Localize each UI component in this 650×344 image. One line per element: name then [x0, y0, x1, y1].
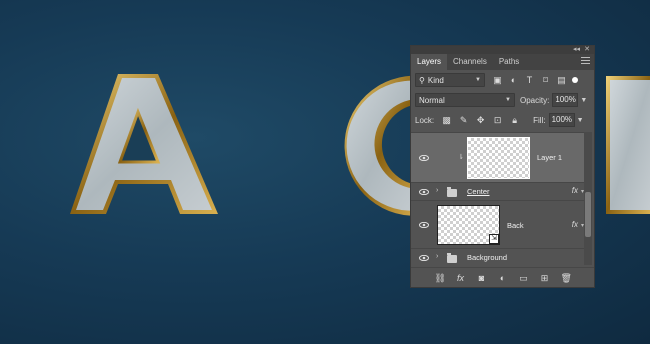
layers-panel: ◂◂ ✕ Layers Channels Paths ⚲ Kind ▼ ▣ ◐ …	[410, 45, 595, 288]
lock-all-icon[interactable]: 🔒︎	[510, 115, 519, 125]
folder-icon	[447, 187, 457, 197]
new-layer-icon[interactable]: ⊞	[540, 273, 550, 283]
visibility-eye-icon[interactable]	[419, 189, 429, 195]
letter-u	[606, 76, 650, 214]
lock-transparent-pixels-icon[interactable]: ▩	[442, 115, 451, 125]
prevent-autonest-icon[interactable]: ⊡	[493, 115, 502, 125]
blend-row: Normal ▼ Opacity: 100% ▼	[411, 90, 594, 110]
clipping-link-icon: ⇂	[458, 154, 464, 161]
tab-layers[interactable]: Layers	[411, 54, 448, 70]
visibility-eye-icon[interactable]	[419, 155, 429, 161]
visibility-eye-icon[interactable]	[419, 222, 429, 228]
visibility-eye-icon[interactable]	[419, 255, 429, 261]
new-group-icon[interactable]: ▭	[519, 273, 529, 283]
layer-style-icon[interactable]: fx	[456, 273, 466, 283]
opacity-dropdown-icon[interactable]: ▼	[580, 97, 587, 104]
filter-kind-label: Kind	[427, 75, 444, 85]
lock-row: Lock: ▩ ✎ ✥ ⊡ 🔒︎ Fill: 100% ▼	[411, 110, 594, 130]
close-panel-icon[interactable]: ✕	[584, 45, 590, 53]
panel-bottom-toolbar: ⛓ fx ◙ ◐ ▭ ⊞ 🗑︎	[411, 267, 594, 287]
layer-name[interactable]: Center	[467, 187, 490, 196]
filter-row: ⚲ Kind ▼ ▣ ◐ T ⌑ ▤	[411, 70, 594, 90]
lock-label: Lock:	[415, 115, 435, 125]
layer-name[interactable]: Background	[467, 253, 507, 262]
layer-mask-icon[interactable]: ◙	[477, 273, 487, 283]
scrollbar-thumb[interactable]	[585, 192, 591, 237]
search-icon: ⚲	[419, 75, 425, 85]
lock-position-icon[interactable]: ✥	[476, 115, 485, 125]
layer-row-background[interactable]: › Background	[411, 248, 586, 265]
layer-effects-icon[interactable]: fx	[572, 220, 578, 229]
smart-object-filter-icon[interactable]: ▤	[557, 75, 566, 85]
shape-filter-icon[interactable]: ⌑	[541, 75, 550, 85]
chevron-down-icon: ▼	[505, 97, 511, 103]
fill-label: Fill:	[533, 115, 546, 125]
collapse-panel-icon[interactable]: ◂◂	[573, 45, 580, 53]
image-filter-icon[interactable]: ▣	[493, 75, 502, 85]
blend-mode-select[interactable]: Normal ▼	[415, 93, 515, 107]
lock-image-pixels-icon[interactable]: ✎	[459, 115, 468, 125]
link-layers-icon[interactable]: ⛓	[435, 273, 446, 283]
opacity-field[interactable]: 100%	[552, 93, 579, 107]
panel-menu-icon[interactable]	[581, 57, 590, 65]
fill-dropdown-icon[interactable]: ▼	[577, 117, 584, 124]
layer-effects-icon[interactable]: fx	[572, 186, 578, 195]
chevron-down-icon: ▼	[475, 77, 481, 83]
type-filter-icon[interactable]: T	[525, 75, 534, 85]
panel-header-bar: ◂◂ ✕	[411, 46, 594, 54]
tab-paths[interactable]: Paths	[493, 54, 525, 70]
chevron-right-icon[interactable]: ›	[436, 253, 438, 260]
adjustment-filter-icon[interactable]: ◐	[509, 75, 518, 85]
layer-thumbnail[interactable]	[467, 137, 530, 179]
folder-icon	[447, 253, 457, 263]
layer-row-layer-1[interactable]: ⇂ Layer 1	[411, 132, 586, 182]
panel-tabs: Layers Channels Paths	[411, 54, 594, 70]
fill-field[interactable]: 100%	[548, 113, 575, 127]
smart-object-icon: ⇲	[489, 234, 499, 244]
adjustment-layer-icon[interactable]: ◐	[498, 273, 508, 283]
layer-row-back[interactable]: ⇲ Back fx ▾	[411, 200, 586, 248]
layer-name[interactable]: Back	[507, 221, 524, 230]
delete-layer-icon[interactable]: 🗑︎	[561, 273, 572, 283]
chevron-right-icon[interactable]: ›	[436, 187, 438, 194]
tab-channels[interactable]: Channels	[447, 54, 493, 70]
layers-scrollbar[interactable]	[584, 132, 592, 265]
filter-kind-select[interactable]: ⚲ Kind ▼	[415, 73, 485, 87]
layers-list: ⇂ Layer 1 › Center fx ▾ ⇲ Back fx ▾ › Ba…	[411, 132, 586, 265]
letter-a	[70, 74, 218, 214]
layer-name[interactable]: Layer 1	[537, 153, 562, 162]
opacity-label: Opacity:	[520, 95, 550, 105]
layer-row-center[interactable]: › Center fx ▾	[411, 182, 586, 200]
blend-mode-value: Normal	[419, 95, 445, 105]
filter-toggle[interactable]	[572, 77, 578, 83]
